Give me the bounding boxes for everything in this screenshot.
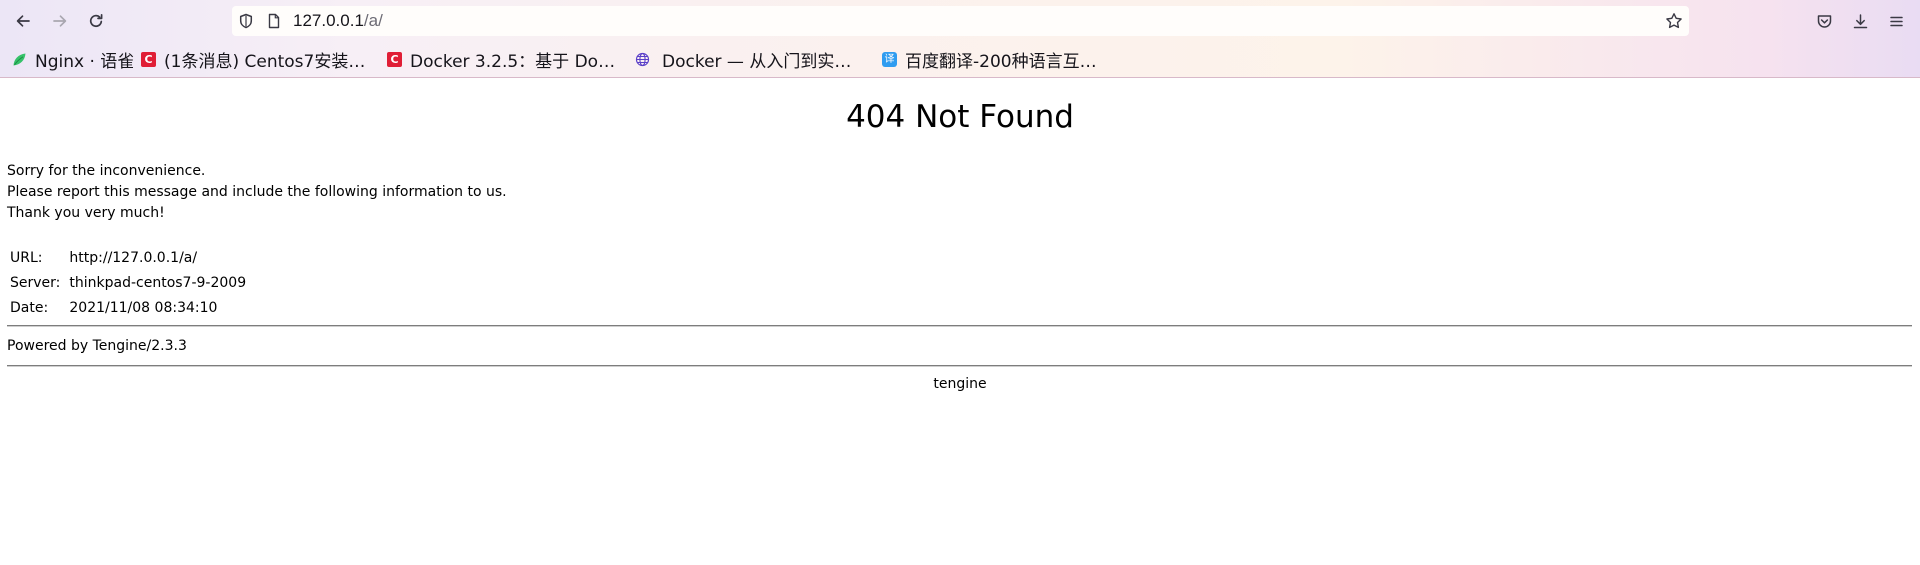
date-label: Date: [10,299,49,316]
star-icon[interactable] [1665,12,1683,34]
address-bar[interactable]: 127.0.0.1/a/ [232,6,1689,36]
pocket-button[interactable] [1810,7,1838,35]
arrow-right-icon [53,15,67,27]
bookmark-label: 百度翻译-200种语言互… [905,51,1097,72]
page-content: 404 Not Found Sorry for the inconvenienc… [0,78,1920,565]
url-label: URL: [10,249,43,266]
downloads-button[interactable] [1846,7,1874,35]
csdn-c-icon [387,51,402,67]
browser-chrome: 127.0.0.1/a/ Nginx · 语雀 C (1条消息) Centos7… [0,0,1920,78]
bookmark-nginx-yuque[interactable]: Nginx · 语雀 [12,46,134,72]
powered-by-text: Powered by Tengine/2.3.3 [7,338,187,354]
baidu-translate-icon [882,51,897,67]
yuque-leaf-icon [12,52,27,67]
table-row: Server: thinkpad-centos7-9-2009 [9,271,247,294]
shield-icon[interactable] [238,13,254,33]
globe-icon [635,52,650,67]
reload-button[interactable] [82,7,110,35]
bookmark-docker-csdn[interactable]: Docker 3.2.5：基于 Do… [387,46,615,72]
csdn-c-icon [141,51,156,67]
reload-icon [89,13,103,28]
table-row: Date: 2021/11/08 08:34:10 [9,296,247,319]
server-footer: tengine [933,376,987,392]
url-value: http://127.0.0.1/a/ [69,249,198,266]
bookmark-docker-tutorial[interactable]: Docker — 从入门到实… [635,46,851,72]
error-info-table: URL: http://127.0.0.1/a/ Server: thinkpa… [7,244,249,321]
table-row: URL: http://127.0.0.1/a/ [9,246,247,269]
divider [7,365,1912,367]
server-value: thinkpad-centos7-9-2009 [69,274,247,291]
bookmark-label: (1条消息) Centos7安装… [164,51,366,72]
page-title: 404 Not Found [846,99,1074,135]
server-label: Server: [10,274,61,291]
divider [7,325,1912,327]
apology-text: Sorry for the inconvenience. [7,163,206,179]
menu-button[interactable] [1882,7,1910,35]
report-instruction-text: Please report this message and include t… [7,184,507,200]
url-path: /a/ [363,11,383,30]
bookmark-baidu-translate[interactable]: 百度翻译-200种语言互… [882,46,1097,72]
bookmark-label: Nginx · 语雀 [35,51,135,72]
date-value: 2021/11/08 08:34:10 [69,299,218,316]
back-button[interactable] [9,7,37,35]
url-host: 127.0.0.1 [293,11,364,30]
bookmark-label: Docker 3.2.5：基于 Do… [410,51,616,72]
thanks-text: Thank you very much! [7,205,165,221]
url-text[interactable]: 127.0.0.1/a/ [293,12,383,30]
navigation-toolbar: 127.0.0.1/a/ [0,0,1920,42]
download-icon [1853,13,1867,28]
page-icon[interactable] [266,13,282,33]
arrow-left-icon [16,15,30,27]
hamburger-menu-icon [1889,16,1903,26]
bookmarks-toolbar: Nginx · 语雀 (1条消息) Centos7安装… Docker 3.2.… [0,44,1920,74]
bookmark-centos7-csdn[interactable]: (1条消息) Centos7安装… [141,46,365,72]
bookmark-label: Docker — 从入门到实… [662,51,852,72]
forward-button[interactable] [46,7,74,35]
pocket-icon [1817,14,1831,28]
